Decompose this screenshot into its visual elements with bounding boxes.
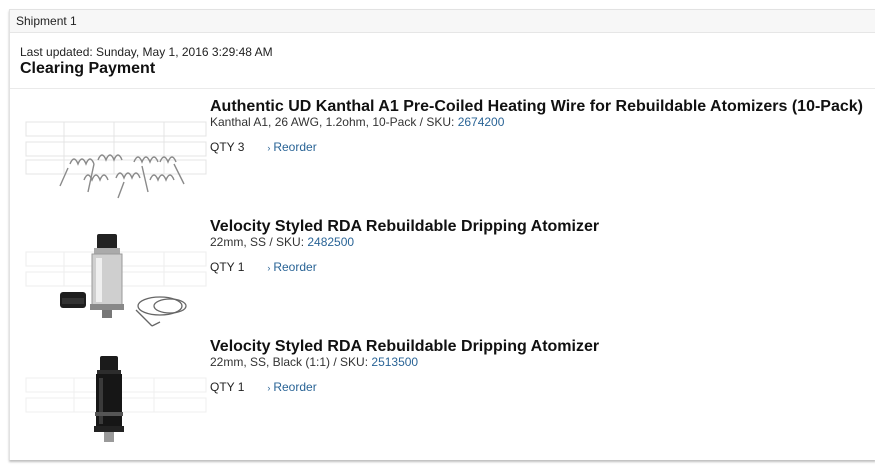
sku-link[interactable]: 2513500: [371, 355, 418, 369]
product-spec: 22mm, SS, Black (1:1) / SKU: 2513500: [210, 356, 599, 369]
product-spec-text: 22mm, SS, Black (1:1) / SKU:: [210, 355, 372, 369]
sku-link[interactable]: 2674200: [458, 115, 505, 129]
product-spec-text: 22mm, SS / SKU:: [210, 235, 308, 249]
shipment-header: Shipment 1: [10, 10, 875, 33]
product-spec: 22mm, SS / SKU: 2482500: [210, 236, 599, 249]
order-item: Velocity Styled RDA Rebuildable Dripping…: [10, 338, 875, 456]
shipment-status-title: Clearing Payment: [20, 60, 156, 77]
sku-link[interactable]: 2482500: [307, 235, 354, 249]
qty-row: QTY 3 › Reorder: [210, 140, 863, 155]
product-spec-text: Kanthal A1, 26 AWG, 1.2ohm, 10-Pack / SK…: [210, 115, 458, 129]
chevron-right-icon: ›: [267, 143, 271, 153]
reorder-link[interactable]: › Reorder: [267, 380, 316, 394]
qty-row: QTY 1 › Reorder: [210, 260, 599, 275]
item-info: Velocity Styled RDA Rebuildable Dripping…: [210, 338, 599, 395]
product-spec: Kanthal A1, 26 AWG, 1.2ohm, 10-Pack / SK…: [210, 116, 863, 129]
quantity-label: QTY 3: [210, 140, 245, 154]
status-block: Last updated: Sunday, May 1, 2016 3:29:4…: [10, 33, 875, 78]
silver-atomizer-image[interactable]: [24, 222, 210, 332]
shipment-panel: Shipment 1 Last updated: Sunday, May 1, …: [9, 9, 875, 460]
reorder-link[interactable]: › Reorder: [267, 140, 316, 154]
order-item: Authentic UD Kanthal A1 Pre-Coiled Heati…: [10, 98, 875, 216]
item-info: Authentic UD Kanthal A1 Pre-Coiled Heati…: [210, 98, 863, 155]
black-atomizer-image[interactable]: [24, 342, 210, 452]
order-item: Velocity Styled RDA Rebuildable Dripping…: [10, 218, 875, 336]
last-updated-text: Last updated: Sunday, May 1, 2016 3:29:4…: [20, 45, 273, 59]
reorder-link[interactable]: › Reorder: [267, 260, 316, 274]
product-name-link[interactable]: Authentic UD Kanthal A1 Pre-Coiled Heati…: [210, 98, 863, 116]
qty-row: QTY 1 › Reorder: [210, 380, 599, 395]
product-name-link[interactable]: Velocity Styled RDA Rebuildable Dripping…: [210, 338, 599, 356]
reorder-label: Reorder: [273, 260, 317, 274]
chevron-right-icon: ›: [267, 263, 271, 273]
quantity-label: QTY 1: [210, 380, 245, 394]
reorder-label: Reorder: [273, 380, 317, 394]
status-divider: [10, 88, 875, 89]
shipment-label: Shipment 1: [16, 14, 77, 28]
item-info: Velocity Styled RDA Rebuildable Dripping…: [210, 218, 599, 275]
reorder-label: Reorder: [273, 140, 317, 154]
coiled-wire-image[interactable]: [24, 102, 210, 212]
quantity-label: QTY 1: [210, 260, 245, 274]
chevron-right-icon: ›: [267, 383, 271, 393]
product-name-link[interactable]: Velocity Styled RDA Rebuildable Dripping…: [210, 218, 599, 236]
